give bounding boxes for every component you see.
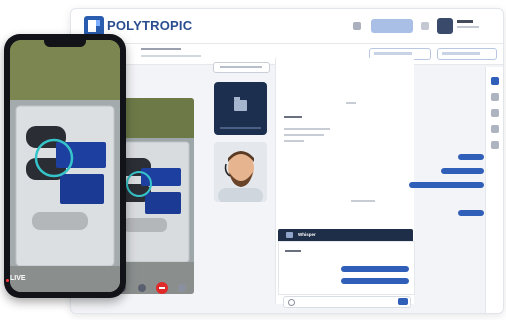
phone-camera-view: [10, 40, 120, 292]
settings-icon[interactable]: [421, 22, 429, 30]
message-out: [458, 210, 484, 216]
start-session-button[interactable]: [371, 19, 413, 33]
file-caption: [220, 127, 261, 129]
message-out: [341, 278, 409, 284]
user-role: [457, 26, 479, 28]
right-rail: [485, 67, 503, 313]
live-label: LIVE: [10, 275, 26, 282]
message-out: [409, 182, 484, 188]
bell-icon[interactable]: [353, 22, 361, 30]
pin-icon[interactable]: [491, 141, 499, 149]
message-in: [284, 140, 304, 142]
timestamp: [351, 200, 375, 202]
shared-file-tile[interactable]: [214, 82, 267, 135]
message-in: [284, 134, 324, 136]
phone-screen: [10, 40, 120, 292]
session-subtitle: [141, 55, 201, 57]
live-indicator-icon: [6, 279, 9, 282]
logo-text: POLYTROPIC: [107, 18, 193, 33]
sender-name: [284, 116, 302, 118]
sender-name: [285, 250, 301, 252]
mic-icon[interactable]: [138, 284, 146, 292]
session-title: [141, 48, 181, 50]
people-icon[interactable]: [491, 93, 499, 101]
user-name: [457, 20, 473, 23]
whisper-body: [278, 241, 415, 295]
user-avatar[interactable]: [437, 18, 453, 34]
phone-device: [4, 34, 126, 298]
chat-icon[interactable]: [491, 77, 499, 85]
message-out: [458, 154, 484, 160]
send-icon[interactable]: [398, 298, 408, 305]
chat-input[interactable]: [283, 296, 411, 308]
message-in: [284, 128, 330, 130]
message-out: [341, 266, 409, 272]
whisper-header[interactable]: Whisper: [278, 229, 413, 241]
info-icon[interactable]: [491, 125, 499, 133]
end-call-icon[interactable]: [156, 282, 168, 294]
expert-face: [214, 142, 267, 202]
files-icon[interactable]: [491, 109, 499, 117]
top-bar: POLYTROPIC: [71, 9, 503, 44]
more-icon[interactable]: [178, 284, 186, 292]
message-out: [441, 168, 484, 174]
folder-icon: [234, 97, 247, 111]
expert-video-tile: [214, 142, 267, 202]
timestamp: [346, 102, 356, 104]
lock-icon: [286, 232, 293, 238]
recordings-button[interactable]: [213, 62, 270, 73]
attach-icon[interactable]: [288, 299, 295, 306]
phone-notch: [44, 40, 86, 47]
logo-icon: [84, 16, 104, 36]
whisper-title: Whisper: [298, 232, 316, 237]
call-controls: [116, 282, 196, 296]
manage-button[interactable]: [437, 48, 497, 60]
